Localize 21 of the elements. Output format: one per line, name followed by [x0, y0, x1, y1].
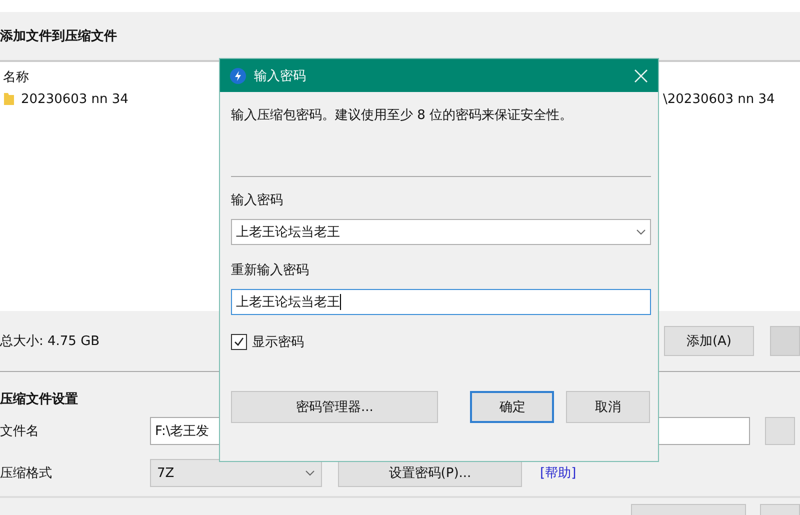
password-manager-button[interactable]: 密码管理器... [231, 391, 438, 423]
file-name[interactable]: 20230603 nn 34 [21, 92, 128, 106]
format-dropdown[interactable]: 7Z [150, 459, 322, 487]
description-text: 输入压缩包密码。建议使用至少 8 位的密码来保证安全性。 [231, 107, 574, 125]
help-link[interactable]: [帮助] [540, 464, 576, 482]
total-size: 总大小: 4.75 GB [0, 333, 100, 350]
dialog-title: 输入密码 [254, 68, 306, 84]
cancel-button[interactable]: 取消 [566, 391, 650, 423]
add-button[interactable]: 添加(A) [664, 326, 754, 356]
field-label: 文件名 [0, 423, 40, 440]
field-label: 压缩格式 [0, 465, 53, 482]
checkbox-label[interactable]: 显示密码 [252, 333, 304, 351]
field-label: 输入密码 [231, 192, 284, 209]
column-header[interactable]: 名称 [3, 68, 29, 86]
section-title: 添加文件到压缩文件 [0, 28, 117, 45]
section-title: 压缩文件设置 [0, 390, 78, 408]
ok-button[interactable]: 确定 [470, 391, 554, 423]
field-label: 重新输入密码 [231, 262, 310, 279]
password-field[interactable]: 上老王论坛当老王 [231, 219, 651, 245]
file-path: \20230603 nn 34 [663, 92, 775, 106]
repeat-password-field[interactable]: 上老王论坛当老王 [231, 289, 651, 315]
